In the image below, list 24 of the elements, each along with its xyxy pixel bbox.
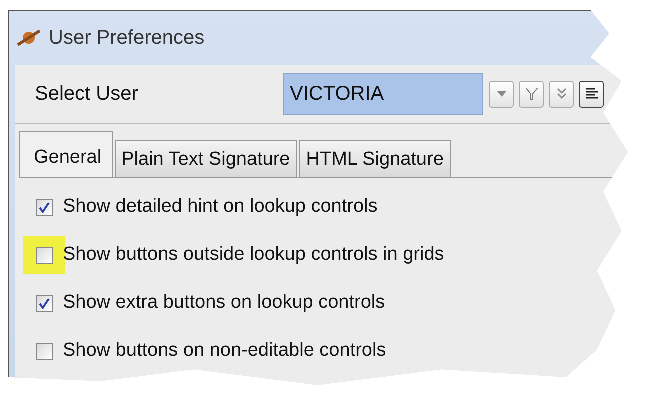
check-icon [38, 202, 50, 212]
caret-icon [496, 91, 506, 97]
checkbox[interactable] [36, 342, 52, 360]
list-button[interactable] [579, 80, 604, 108]
checkbox-label: Show detailed hint on lookup controls [63, 196, 378, 218]
checkbox-label: Show buttons on non-editable controls [63, 340, 386, 362]
expand-button[interactable] [549, 80, 574, 108]
planet-icon [17, 28, 41, 48]
tab[interactable]: Plain Text Signature [114, 140, 298, 177]
user-field[interactable]: VICTORIA [283, 73, 483, 115]
filter-button[interactable] [519, 80, 544, 108]
select-user-label: Select User [35, 82, 140, 106]
checkbox[interactable] [36, 246, 52, 264]
double-chevron-icon [556, 88, 566, 100]
window-title: User Preferences [49, 26, 205, 50]
dropdown-button[interactable] [489, 80, 514, 108]
checkbox-label: Show extra buttons on lookup controls [63, 292, 386, 314]
check-icon [38, 298, 50, 308]
tab[interactable]: HTML Signature [299, 140, 451, 177]
lines-icon [586, 88, 598, 100]
checkbox[interactable] [36, 294, 52, 312]
checkbox[interactable] [36, 198, 52, 216]
tab[interactable]: General [19, 131, 113, 177]
filter-icon [526, 88, 538, 100]
